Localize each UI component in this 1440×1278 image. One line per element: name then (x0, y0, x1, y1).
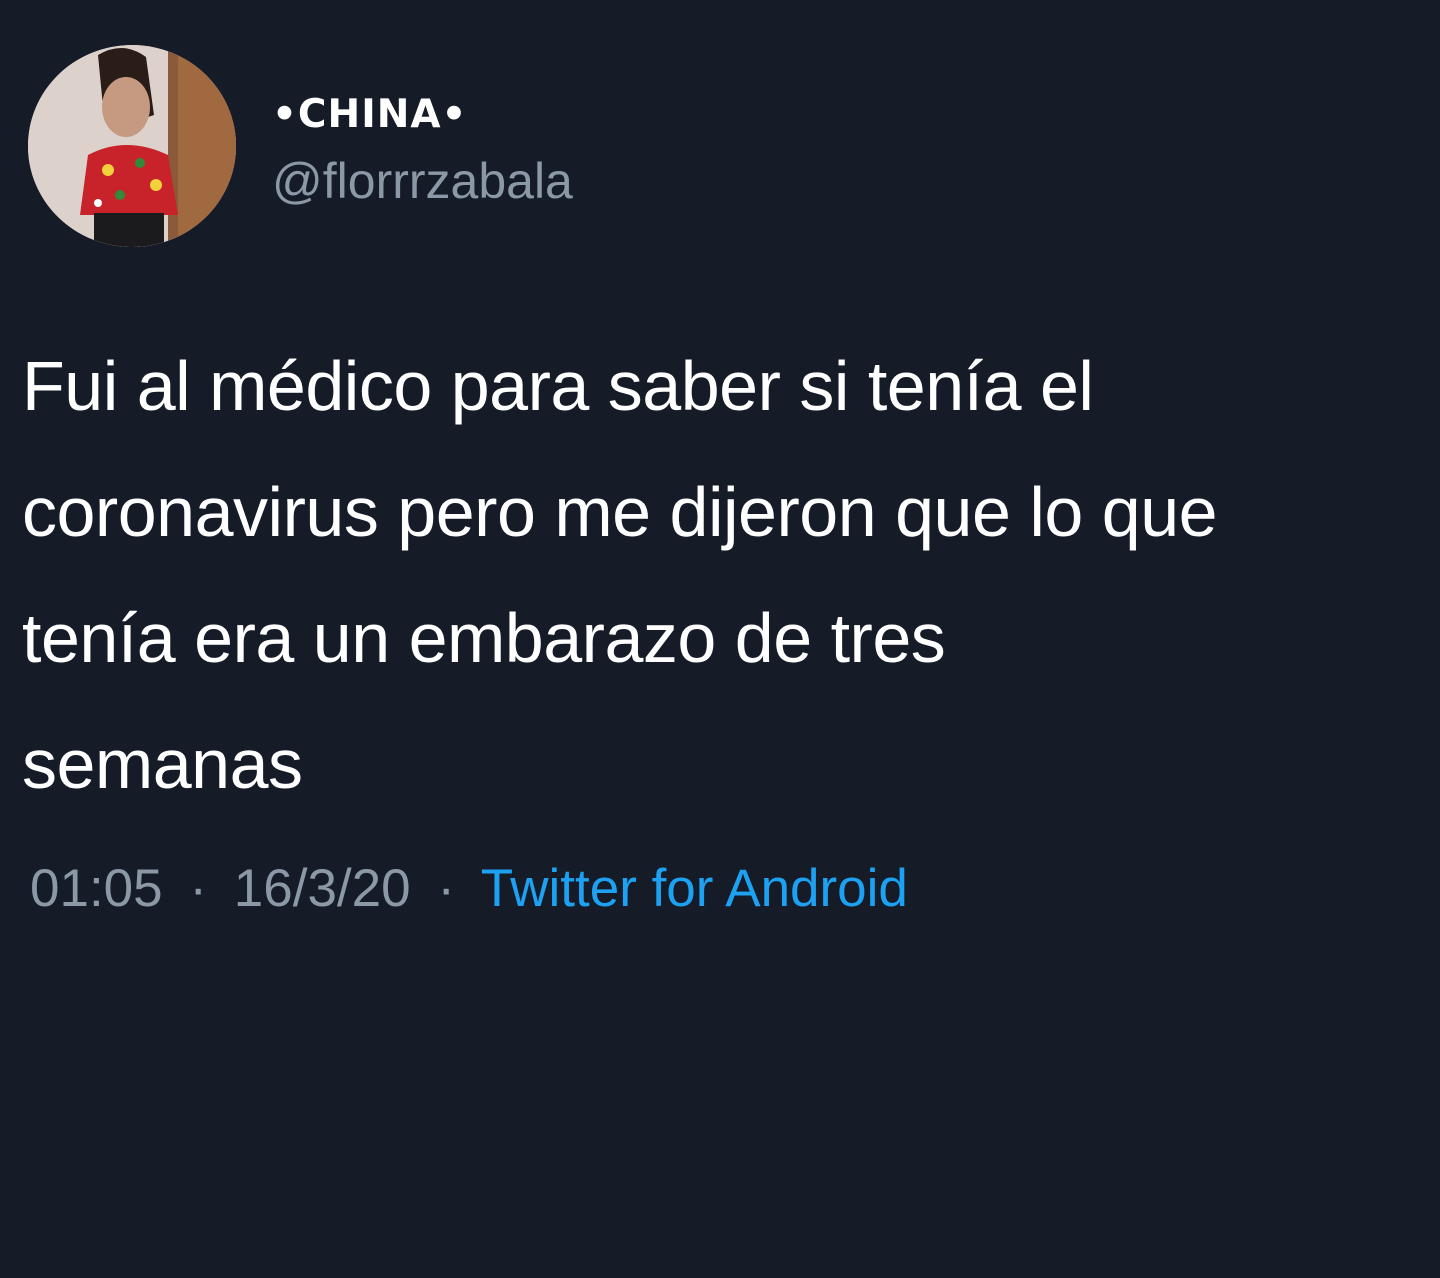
tweet-meta: 01:05 · 16/3/20 · Twitter for Android (30, 858, 908, 919)
tweet-text: Fui al médico para saber si tenía el cor… (22, 347, 1218, 803)
meta-separator: · (189, 859, 208, 918)
meta-separator: · (437, 859, 455, 918)
avatar-photo (28, 45, 236, 247)
avatar[interactable] (28, 45, 236, 247)
tweet-card: •CHINA• @florrrzabala Fui al médico para… (0, 0, 1440, 1278)
display-name[interactable]: •CHINA• (272, 92, 467, 137)
tweet-source-link[interactable]: Twitter for Android (481, 859, 908, 918)
user-handle[interactable]: @florrrzabala (272, 152, 573, 210)
tweet-time[interactable]: 01:05 (30, 859, 163, 918)
tweet-date[interactable]: 16/3/20 (234, 859, 411, 918)
